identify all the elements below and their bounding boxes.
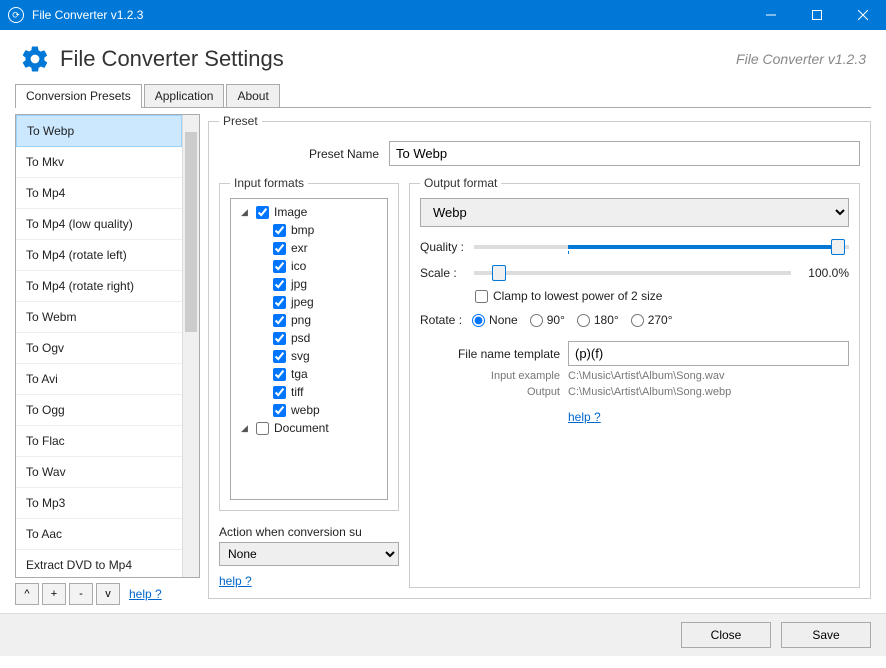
tab-conversion-presets[interactable]: Conversion Presets: [15, 84, 142, 107]
tabs: Conversion Presets Application About: [15, 84, 871, 108]
tree-checkbox[interactable]: [273, 350, 286, 363]
tree-checkbox[interactable]: [273, 296, 286, 309]
output-example-label: Output: [420, 386, 560, 398]
output-example-value: C:\Music\Artist\Album\Song.webp: [568, 386, 731, 398]
output-format-panel: Output format Webp Quality :: [409, 176, 860, 588]
tree-checkbox[interactable]: [273, 386, 286, 399]
page-title: File Converter Settings: [60, 46, 284, 72]
tree-item[interactable]: jpeg: [235, 293, 383, 311]
preset-item[interactable]: To Webm: [16, 302, 182, 333]
preset-list[interactable]: To WebpTo MkvTo Mp4To Mp4 (low quality)T…: [15, 114, 200, 578]
tree-item[interactable]: svg: [235, 347, 383, 365]
preset-item[interactable]: To Mp4 (rotate right): [16, 271, 182, 302]
input-example-value: C:\Music\Artist\Album\Song.wav: [568, 370, 725, 382]
action-select[interactable]: None: [219, 542, 399, 566]
tree-group[interactable]: ◢ Document: [235, 419, 383, 437]
preset-name-input[interactable]: [389, 141, 860, 166]
scrollbar[interactable]: [182, 115, 199, 577]
close-button[interactable]: Close: [681, 622, 771, 648]
preset-item[interactable]: To Mkv: [16, 147, 182, 178]
scale-label: Scale :: [420, 266, 466, 280]
preset-item[interactable]: To Mp4 (rotate left): [16, 240, 182, 271]
tree-checkbox[interactable]: [273, 332, 286, 345]
tree-item[interactable]: webp: [235, 401, 383, 419]
preset-item[interactable]: To Flac: [16, 426, 182, 457]
remove-preset-button[interactable]: -: [69, 583, 93, 605]
quality-label: Quality :: [420, 240, 466, 254]
action-label: Action when conversion su: [219, 525, 399, 539]
preset-item[interactable]: Extract DVD to Mp4: [16, 550, 182, 577]
tab-about[interactable]: About: [226, 84, 279, 107]
add-preset-button[interactable]: +: [42, 583, 66, 605]
tree-item[interactable]: bmp: [235, 221, 383, 239]
version-label: File Converter v1.2.3: [736, 51, 866, 67]
rotate-option[interactable]: 90°: [530, 313, 565, 327]
close-window-button[interactable]: [840, 0, 886, 30]
output-format-legend: Output format: [420, 176, 501, 190]
rotate-option[interactable]: 180°: [577, 313, 619, 327]
rotate-option[interactable]: 270°: [631, 313, 673, 327]
tree-checkbox[interactable]: [256, 206, 269, 219]
preset-item[interactable]: To Webp: [16, 115, 182, 147]
move-down-button[interactable]: v: [96, 583, 120, 605]
tree-checkbox[interactable]: [273, 314, 286, 327]
tree-item[interactable]: psd: [235, 329, 383, 347]
window-title: File Converter v1.2.3: [32, 8, 143, 22]
tree-checkbox[interactable]: [273, 368, 286, 381]
tree-checkbox[interactable]: [273, 242, 286, 255]
tree-checkbox[interactable]: [273, 224, 286, 237]
input-example-label: Input example: [420, 370, 560, 382]
preset-panel: Preset Preset Name Input formats ◢ Image…: [208, 114, 871, 599]
save-button[interactable]: Save: [781, 622, 871, 648]
filename-template-label: File name template: [420, 347, 560, 361]
preset-item[interactable]: To Mp4 (low quality): [16, 209, 182, 240]
output-format-select[interactable]: Webp: [420, 198, 849, 227]
preset-item[interactable]: To Ogg: [16, 395, 182, 426]
move-up-button[interactable]: ^: [15, 583, 39, 605]
tree-item[interactable]: jpg: [235, 275, 383, 293]
scale-slider[interactable]: [474, 263, 791, 283]
filename-template-input[interactable]: [568, 341, 849, 366]
minimize-button[interactable]: [748, 0, 794, 30]
tree-checkbox[interactable]: [273, 278, 286, 291]
header: File Converter Settings File Converter v…: [0, 30, 886, 84]
app-icon: ⟳: [8, 7, 24, 23]
preset-item[interactable]: To Aac: [16, 519, 182, 550]
scale-value: 100.0%: [799, 266, 849, 280]
preset-name-label: Preset Name: [219, 147, 379, 161]
preset-list-help-link[interactable]: help ?: [129, 587, 162, 601]
tree-item[interactable]: exr: [235, 239, 383, 257]
tree-item[interactable]: tiff: [235, 383, 383, 401]
rotate-option[interactable]: None: [472, 313, 518, 327]
tree-group[interactable]: ◢ Image: [235, 203, 383, 221]
rotate-label: Rotate :: [420, 313, 462, 327]
filename-help-link[interactable]: help ?: [568, 410, 601, 424]
tab-application[interactable]: Application: [144, 84, 225, 107]
tree-checkbox[interactable]: [273, 404, 286, 417]
preset-legend: Preset: [219, 114, 262, 128]
input-formats-tree[interactable]: ◢ Image bmp exr ico jpg jpeg png psd svg…: [230, 198, 388, 500]
preset-item[interactable]: To Mp3: [16, 488, 182, 519]
tree-checkbox[interactable]: [273, 260, 286, 273]
quality-slider[interactable]: [474, 237, 849, 257]
preset-item[interactable]: To Ogv: [16, 333, 182, 364]
tree-item[interactable]: png: [235, 311, 383, 329]
input-formats-legend: Input formats: [230, 176, 308, 190]
tree-item[interactable]: tga: [235, 365, 383, 383]
clamp-checkbox[interactable]: [475, 290, 488, 303]
tree-checkbox[interactable]: [256, 422, 269, 435]
input-formats-help-link[interactable]: help ?: [219, 574, 399, 588]
clamp-label: Clamp to lowest power of 2 size: [493, 289, 662, 303]
preset-item[interactable]: To Mp4: [16, 178, 182, 209]
titlebar: ⟳ File Converter v1.2.3: [0, 0, 886, 30]
preset-item[interactable]: To Avi: [16, 364, 182, 395]
gear-icon: [20, 44, 50, 74]
footer: Close Save: [0, 613, 886, 656]
maximize-button[interactable]: [794, 0, 840, 30]
input-formats-panel: Input formats ◢ Image bmp exr ico jpg jp…: [219, 176, 399, 511]
tree-item[interactable]: ico: [235, 257, 383, 275]
preset-item[interactable]: To Wav: [16, 457, 182, 488]
